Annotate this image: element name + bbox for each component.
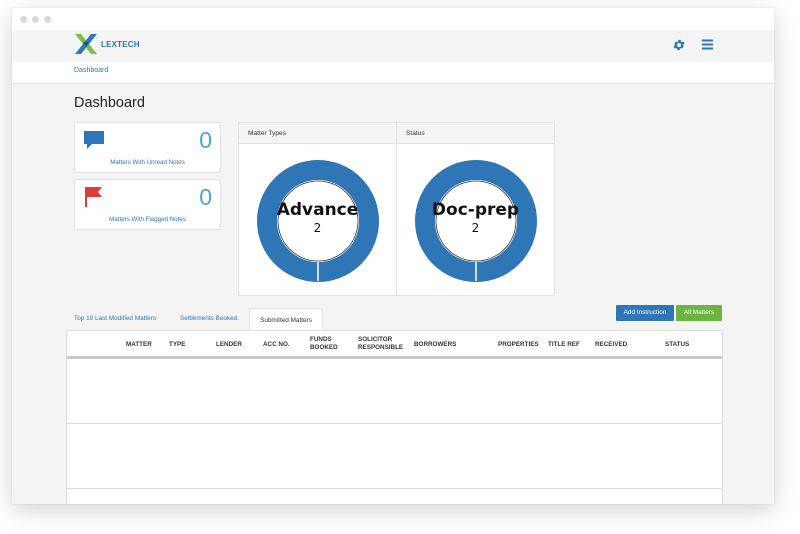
- col-properties[interactable]: PROPERTIES: [498, 341, 539, 349]
- breadcrumb[interactable]: Dashboard: [74, 67, 108, 74]
- page-title: Dashboard: [74, 95, 145, 111]
- window-maximize-dot[interactable]: [44, 16, 51, 23]
- window-close-dot[interactable]: [20, 16, 27, 23]
- col-acc-no[interactable]: ACC NO.: [263, 341, 290, 349]
- status-header-label: Status: [406, 130, 425, 137]
- flag-icon: [85, 187, 102, 207]
- matter-types-header: Matter Types: [239, 123, 396, 144]
- gear-icon[interactable]: [672, 38, 686, 52]
- col-funds-booked[interactable]: FUNDS BOOKED: [310, 336, 350, 352]
- status-chart: Status Doc-prep 2: [396, 122, 555, 296]
- logo-text: LEXTECH: [101, 39, 140, 49]
- col-title-ref[interactable]: TITLE REF: [548, 341, 580, 349]
- tab-top-10-last-modified[interactable]: Top 10 Last Modified Matters: [74, 315, 156, 322]
- all-matters-button[interactable]: All Matters: [676, 305, 722, 321]
- status-center-value: 2: [471, 221, 480, 235]
- window-titlebar: [12, 8, 774, 30]
- col-status[interactable]: STATUS: [665, 341, 689, 349]
- unread-notes-card[interactable]: 0 Matters With Unread Notes: [74, 122, 221, 173]
- breadcrumb-bar: [12, 62, 774, 84]
- col-lender[interactable]: LENDER: [216, 341, 242, 349]
- table-row[interactable]: [67, 425, 722, 489]
- col-type[interactable]: TYPE: [169, 341, 185, 349]
- table-row[interactable]: [67, 360, 722, 424]
- table-header-row: MATTER TYPE LENDER ACC NO. FUNDS BOOKED …: [67, 331, 722, 359]
- matter-types-header-label: Matter Types: [248, 130, 286, 137]
- flagged-notes-card[interactable]: 0 Matters With Flagged Notes: [74, 179, 221, 230]
- submitted-matters-table: MATTER TYPE LENDER ACC NO. FUNDS BOOKED …: [66, 330, 723, 504]
- status-center-label: Doc-prep: [431, 200, 520, 220]
- matter-types-center-value: 2: [313, 221, 322, 235]
- status-header: Status: [397, 123, 554, 144]
- col-solicitor-responsible[interactable]: SOLICITOR RESPONSIBLE: [358, 336, 410, 352]
- browser-window: LEXTECH Dashboard Dashboard 0 Matters Wi…: [12, 8, 774, 504]
- col-borrowers[interactable]: BORROWERS: [414, 341, 456, 349]
- lextech-x-icon: [75, 34, 97, 54]
- flagged-notes-label[interactable]: Matters With Flagged Notes: [75, 216, 220, 223]
- matter-types-center-label: Advance: [276, 200, 359, 220]
- tab-submitted-matters[interactable]: Submitted Matters: [249, 308, 323, 331]
- tab-submitted-matters-label: Submitted Matters: [260, 317, 312, 324]
- chat-icon: [84, 131, 104, 149]
- lextech-logo[interactable]: LEXTECH: [74, 33, 140, 55]
- col-received[interactable]: RECEIVED: [595, 341, 627, 349]
- matter-types-chart: Matter Types Advance 2: [238, 122, 397, 296]
- tab-settlements-booked[interactable]: Settlements Booked: [180, 315, 237, 322]
- flagged-notes-count: 0: [199, 184, 212, 210]
- unread-notes-count: 0: [199, 127, 212, 153]
- hamburger-menu-icon[interactable]: [702, 39, 713, 50]
- add-instruction-button[interactable]: Add Instruction: [616, 305, 674, 321]
- unread-notes-label[interactable]: Matters With Unread Notes: [75, 159, 220, 166]
- window-minimize-dot[interactable]: [32, 16, 39, 23]
- col-matter[interactable]: MATTER: [126, 341, 152, 349]
